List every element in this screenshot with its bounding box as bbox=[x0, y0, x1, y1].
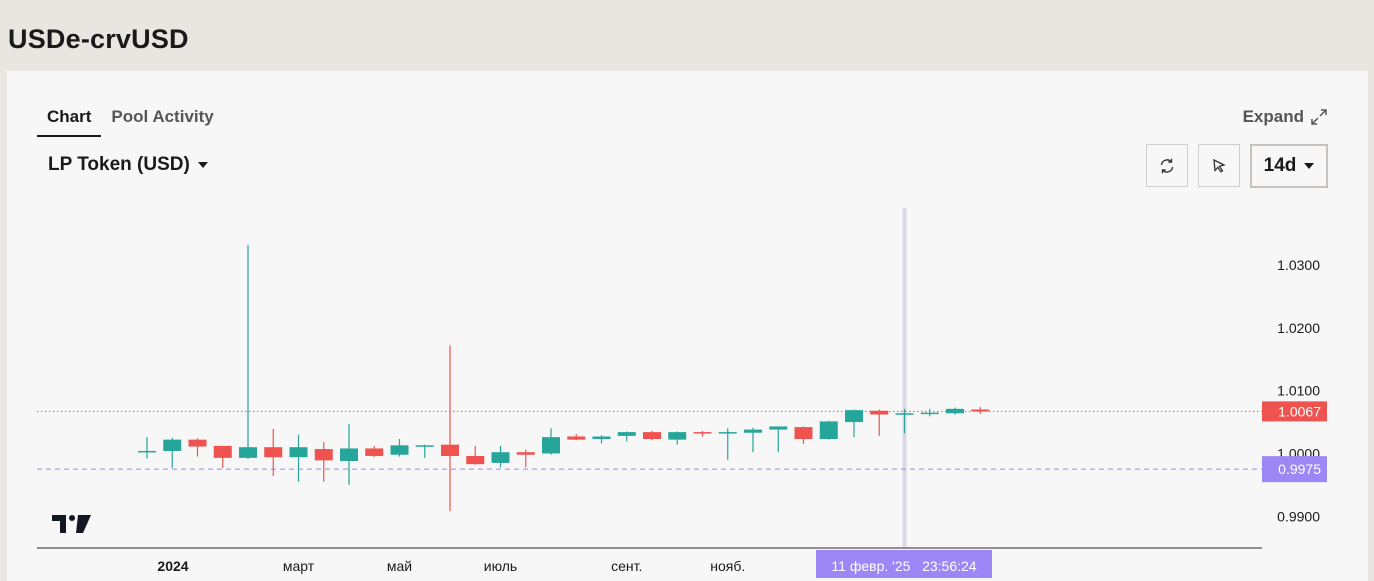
y-tick-label: 1.0200 bbox=[1277, 320, 1320, 336]
candle-body bbox=[340, 448, 358, 462]
candle-body bbox=[441, 444, 459, 456]
candle-body bbox=[314, 449, 333, 461]
x-tick-label: 2024 bbox=[157, 558, 188, 574]
candle-body bbox=[415, 445, 434, 447]
candle-body bbox=[289, 447, 308, 458]
candle-body bbox=[819, 421, 838, 440]
candle-body bbox=[264, 447, 283, 458]
candle-body bbox=[617, 432, 636, 436]
candle-body bbox=[567, 436, 586, 440]
x-tick-label: нояб. bbox=[710, 558, 745, 574]
y-tick-label: 1.0100 bbox=[1277, 383, 1320, 399]
candle-body bbox=[163, 439, 182, 451]
candle-body bbox=[213, 445, 232, 458]
y-tick-label: 0.9900 bbox=[1277, 508, 1320, 524]
candle-body bbox=[971, 409, 990, 412]
candle-body bbox=[239, 447, 257, 458]
x-tick-label: июль bbox=[484, 558, 517, 574]
candle-body bbox=[946, 408, 964, 414]
candle-body bbox=[643, 432, 661, 440]
candle-body bbox=[895, 413, 914, 415]
candle-body bbox=[668, 432, 687, 440]
x-tick-label: май bbox=[387, 558, 412, 574]
candle-body bbox=[188, 439, 207, 447]
price-chart[interactable]: 1.03001.02001.01001.00000.99002024 март ма… bbox=[0, 0, 1374, 581]
candle-body bbox=[542, 437, 560, 454]
candle-body bbox=[769, 426, 788, 430]
crosshair-vertical-line bbox=[902, 208, 907, 548]
candle-body bbox=[845, 410, 863, 423]
candle-body bbox=[390, 445, 409, 455]
candle-body bbox=[466, 455, 485, 465]
crosshair-price-label: 0.9975 bbox=[1278, 461, 1321, 477]
candle-body bbox=[794, 427, 813, 440]
candle-body bbox=[718, 432, 737, 434]
candle-body bbox=[744, 429, 762, 433]
last-price-label: 1.0067 bbox=[1278, 403, 1321, 419]
x-tick-label: март bbox=[283, 558, 315, 574]
candle-body bbox=[693, 432, 712, 434]
candle-body bbox=[592, 436, 611, 440]
candle-body bbox=[920, 412, 939, 415]
candle-body bbox=[491, 452, 510, 463]
x-tick-label: сент. bbox=[611, 558, 642, 574]
tradingview-logo-icon bbox=[52, 515, 91, 533]
candle-body bbox=[138, 450, 156, 453]
candle-body bbox=[365, 448, 384, 456]
candle-body bbox=[516, 452, 535, 455]
candle-body bbox=[870, 410, 889, 415]
crosshair-time-label: 11 февр. '25 23:56:24 bbox=[831, 558, 976, 574]
y-tick-label: 1.0300 bbox=[1277, 257, 1320, 273]
